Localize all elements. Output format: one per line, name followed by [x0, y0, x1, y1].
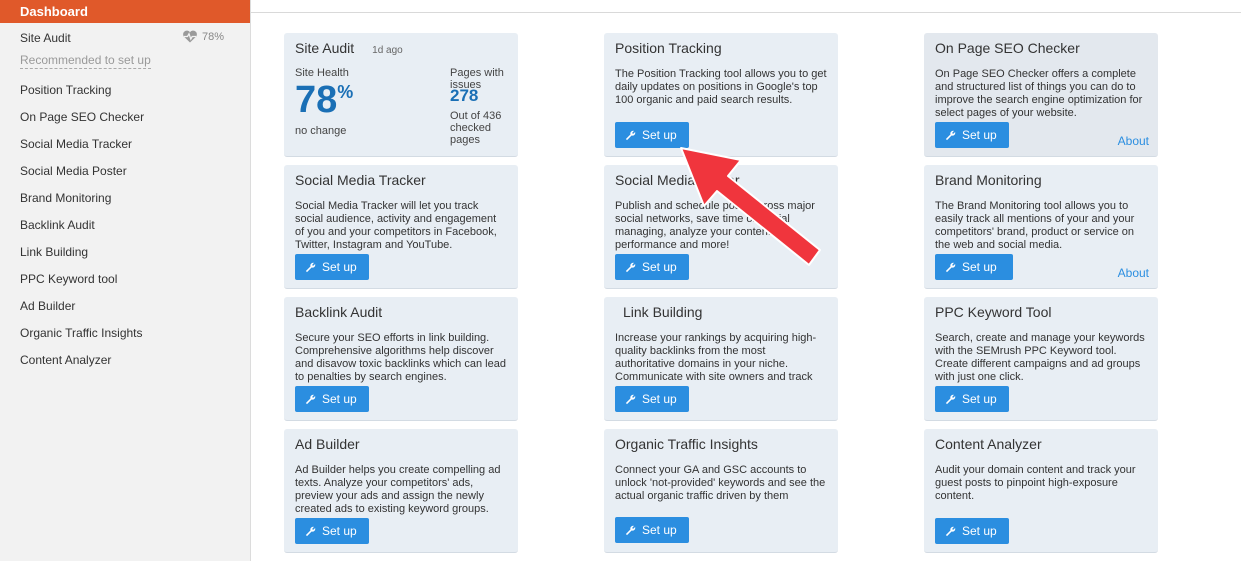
sidebar-item-link-building[interactable]: Link Building	[0, 237, 250, 264]
setup-button-content-analyzer[interactable]: Set up	[935, 518, 1009, 544]
card-title: Organic Traffic Insights	[615, 436, 758, 452]
card-title: Position Tracking	[615, 40, 722, 56]
card-description: The Brand Monitoring tool allows you to …	[935, 200, 1135, 251]
sidebar-item-organic-traffic-insights[interactable]: Organic Traffic Insights	[0, 318, 250, 345]
ppc-keyword-tool-card: PPC Keyword Tool Search, create and mana…	[924, 297, 1158, 421]
site-health-label: Site Health	[295, 67, 349, 79]
pages-with-issues-value[interactable]: 278	[450, 86, 478, 106]
sidebar-item-backlink-audit[interactable]: Backlink Audit	[0, 210, 250, 237]
site-audit-card[interactable]: Site Audit 1d ago Site Health 78% no chan…	[284, 33, 518, 157]
wrench-icon	[305, 526, 316, 536]
health-indicator: 78%	[182, 30, 224, 43]
card-description: Audit your domain content and track your…	[935, 464, 1136, 502]
ad-builder-card: Ad Builder Ad Builder helps you create c…	[284, 429, 518, 553]
social-media-tracker-card: Social Media Tracker Social Media Tracke…	[284, 165, 518, 289]
setup-button-ad-builder[interactable]: Set up	[295, 518, 369, 544]
card-title: On Page SEO Checker	[935, 40, 1080, 56]
card-title: Backlink Audit	[295, 304, 383, 320]
checked-pages-count: Out of 436 checked pages	[450, 110, 502, 146]
sidebar-item-ad-builder[interactable]: Ad Builder	[0, 291, 250, 318]
sidebar-item-social-media-tracker[interactable]: Social Media Tracker	[0, 129, 250, 156]
wrench-icon	[305, 262, 316, 272]
site-health-value: 78%	[295, 79, 354, 121]
top-divider	[251, 12, 1241, 13]
position-tracking-card: Position Tracking The Position Tracking …	[604, 33, 838, 157]
sidebar-item-position-tracking[interactable]: Position Tracking	[0, 75, 250, 102]
wrench-icon	[945, 526, 956, 536]
setup-button-organic-traffic-insights[interactable]: Set up	[615, 517, 689, 543]
card-title: Social Media Poster	[615, 172, 740, 188]
health-change: no change	[295, 125, 347, 137]
sidebar-item-social-media-poster[interactable]: Social Media Poster	[0, 156, 250, 183]
card-description: The Position Tracking tool allows you to…	[615, 68, 827, 106]
on-page-seo-checker-card: On Page SEO Checker On Page SEO Checker …	[924, 33, 1158, 157]
card-title: Social Media Tracker	[295, 172, 426, 188]
brand-monitoring-card: Brand Monitoring The Brand Monitoring to…	[924, 165, 1158, 289]
wrench-icon	[625, 130, 636, 140]
setup-button-social-media-tracker[interactable]: Set up	[295, 254, 369, 280]
health-value: 78%	[201, 30, 224, 43]
card-description: Ad Builder helps you create compelling a…	[295, 464, 501, 515]
card-title: Content Analyzer	[935, 436, 1042, 452]
card-description: Social Media Tracker will let you track …	[295, 200, 497, 251]
setup-button-position-tracking[interactable]: Set up	[615, 122, 689, 148]
card-title: PPC Keyword Tool	[935, 304, 1052, 320]
sidebar-item-ppc-keyword-tool[interactable]: PPC Keyword tool	[0, 264, 250, 291]
card-description: Connect your GA and GSC accounts to unlo…	[615, 464, 826, 502]
audit-date: 1d ago	[372, 45, 403, 56]
about-link[interactable]: About	[1118, 134, 1149, 148]
setup-button-on-page-seo-checker[interactable]: Set up	[935, 122, 1009, 148]
setup-button-brand-monitoring[interactable]: Set up	[935, 254, 1013, 280]
card-title: Site Audit 1d ago	[295, 40, 403, 56]
setup-button-link-building[interactable]: Set up	[615, 386, 689, 412]
social-media-poster-card: Social Media Poster Publish and schedule…	[604, 165, 838, 289]
card-title: Ad Builder	[295, 436, 360, 452]
wrench-icon	[625, 262, 636, 272]
backlink-audit-card: Backlink Audit Secure your SEO efforts i…	[284, 297, 518, 421]
card-description: Secure your SEO efforts in link building…	[295, 332, 506, 383]
sidebar-item-on-page-seo-checker[interactable]: On Page SEO Checker	[0, 102, 250, 129]
card-title: Link Building	[623, 304, 703, 320]
wrench-icon	[945, 394, 956, 404]
wrench-icon	[945, 262, 956, 272]
wrench-icon	[625, 525, 636, 535]
about-link[interactable]: About	[1118, 266, 1149, 280]
link-building-card: Link Building Increase your rankings by …	[604, 297, 838, 421]
content-analyzer-card: Content Analyzer Audit your domain conte…	[924, 429, 1158, 553]
sidebar-item-brand-monitoring[interactable]: Brand Monitoring	[0, 183, 250, 210]
heartbeat-icon	[183, 30, 197, 43]
sidebar: Dashboard Site Audit 78% Recommended to …	[0, 0, 251, 561]
sidebar-item-dashboard[interactable]: Dashboard	[0, 0, 250, 23]
sidebar-item-site-audit[interactable]: Site Audit 78%	[0, 23, 250, 51]
setup-button-social-media-poster[interactable]: Set up	[615, 254, 689, 280]
setup-button-ppc-keyword-tool[interactable]: Set up	[935, 386, 1009, 412]
wrench-icon	[625, 394, 636, 404]
sidebar-item-content-analyzer[interactable]: Content Analyzer	[0, 345, 250, 372]
wrench-icon	[305, 394, 316, 404]
organic-traffic-insights-card: Organic Traffic Insights Connect your GA…	[604, 429, 838, 553]
wrench-icon	[945, 130, 956, 140]
setup-button-backlink-audit[interactable]: Set up	[295, 386, 369, 412]
recommended-heading: Recommended to set up	[20, 53, 151, 69]
card-description: Publish and schedule posts across major …	[615, 200, 815, 251]
sidebar-item-label: Site Audit	[20, 31, 71, 45]
card-title: Brand Monitoring	[935, 172, 1042, 188]
card-description: Search, create and manage your keywords …	[935, 332, 1145, 383]
card-description: On Page SEO Checker offers a complete an…	[935, 68, 1143, 119]
